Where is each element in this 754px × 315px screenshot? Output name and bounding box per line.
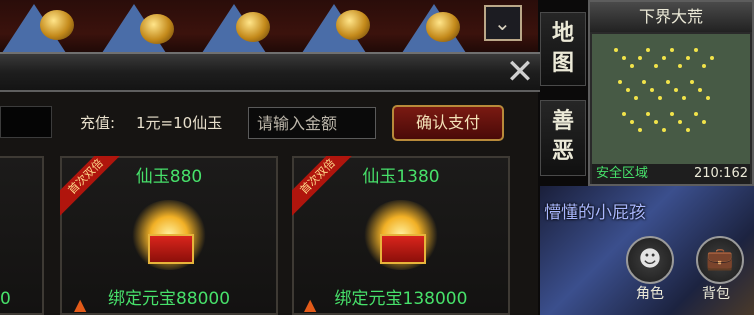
dialog-title-bar: [0, 52, 540, 92]
product-price: 绑定元宝138000: [334, 289, 468, 309]
treasure-bag-icon[interactable]: [426, 12, 460, 42]
map-marker: [642, 80, 646, 84]
map-marker: [646, 48, 650, 52]
gift-icon[interactable]: [140, 14, 174, 44]
tab-good-evil[interactable]: 善 恶: [540, 100, 586, 176]
chevron-down-icon: ⌄: [494, 11, 511, 35]
map-marker: [686, 56, 690, 60]
player-coordinates: 210:162: [693, 166, 748, 181]
map-marker: [662, 56, 666, 60]
dragon-icon[interactable]: [336, 10, 370, 40]
exchange-rate-text: 1元=10仙玉: [136, 114, 223, 132]
product-price: 0: [0, 289, 11, 309]
bag-button[interactable]: 💼: [696, 236, 744, 284]
map-marker: [666, 80, 670, 84]
character-button[interactable]: ☻: [626, 236, 674, 284]
tab-map[interactable]: 地 图: [540, 12, 586, 86]
map-marker: [694, 48, 698, 52]
map-title: 下界大荒: [590, 2, 752, 32]
map-marker: [678, 120, 682, 124]
treasure-chest-icon: [126, 198, 212, 278]
product-name: 仙玉880: [135, 167, 203, 187]
map-marker: [634, 96, 638, 100]
crown-icon[interactable]: [236, 12, 270, 42]
map-marker: [678, 64, 682, 68]
map-marker: [702, 64, 706, 68]
recharge-label: 充值:: [80, 114, 116, 132]
map-marker: [654, 64, 658, 68]
tab-map-label: 地 图: [551, 21, 574, 76]
flame-icon: ▲: [74, 295, 87, 314]
map-marker: [702, 120, 706, 124]
map-marker: [630, 120, 634, 124]
product-card[interactable]: 首次双倍 仙玉1380 绑定元宝138000: [292, 156, 510, 315]
map-marker: [638, 128, 642, 132]
map-marker: [650, 88, 654, 92]
map-marker: [654, 120, 658, 124]
map-marker: [674, 88, 678, 92]
tab-good-evil-label: 善 恶: [551, 109, 574, 164]
top-icon-strip: [0, 0, 538, 56]
product-card[interactable]: 首次双倍 仙玉880 绑定元宝88000: [60, 156, 278, 315]
minimap-view[interactable]: [592, 34, 750, 164]
character-icon: ☻: [638, 247, 662, 272]
map-marker: [622, 56, 626, 60]
close-icon[interactable]: ✕: [500, 54, 540, 92]
map-marker: [670, 48, 674, 52]
map-marker: [618, 80, 622, 84]
collapse-toggle-button[interactable]: ⌄: [484, 5, 522, 41]
bag-label: 背包: [702, 286, 730, 302]
map-marker: [706, 96, 710, 100]
zone-status: 安全区域: [596, 166, 649, 181]
player-name: 懵懂的小屁孩: [544, 203, 646, 223]
map-marker: [682, 96, 686, 100]
map-marker: [658, 96, 662, 100]
activity-icon[interactable]: [40, 10, 74, 40]
flame-icon: ▲: [304, 295, 317, 314]
bag-icon: 💼: [706, 247, 734, 272]
map-marker: [662, 128, 666, 132]
map-marker: [626, 88, 630, 92]
amount-input[interactable]: [248, 107, 376, 139]
map-marker: [614, 48, 618, 52]
map-marker: [646, 112, 650, 116]
map-marker: [622, 112, 626, 116]
map-marker: [686, 128, 690, 132]
map-marker: [698, 88, 702, 92]
left-input-field[interactable]: [0, 106, 52, 138]
map-marker: [694, 112, 698, 116]
confirm-pay-button[interactable]: 确认支付: [392, 105, 504, 141]
map-marker: [690, 80, 694, 84]
character-label: 角色: [636, 286, 664, 302]
product-name: 仙玉1380: [362, 167, 440, 187]
map-marker: [630, 64, 634, 68]
product-card-partial[interactable]: 0: [0, 156, 44, 315]
product-price: 绑定元宝88000: [107, 289, 231, 309]
map-marker: [638, 56, 642, 60]
map-marker: [710, 56, 714, 60]
treasure-chest-icon: [358, 198, 444, 278]
map-marker: [670, 112, 674, 116]
